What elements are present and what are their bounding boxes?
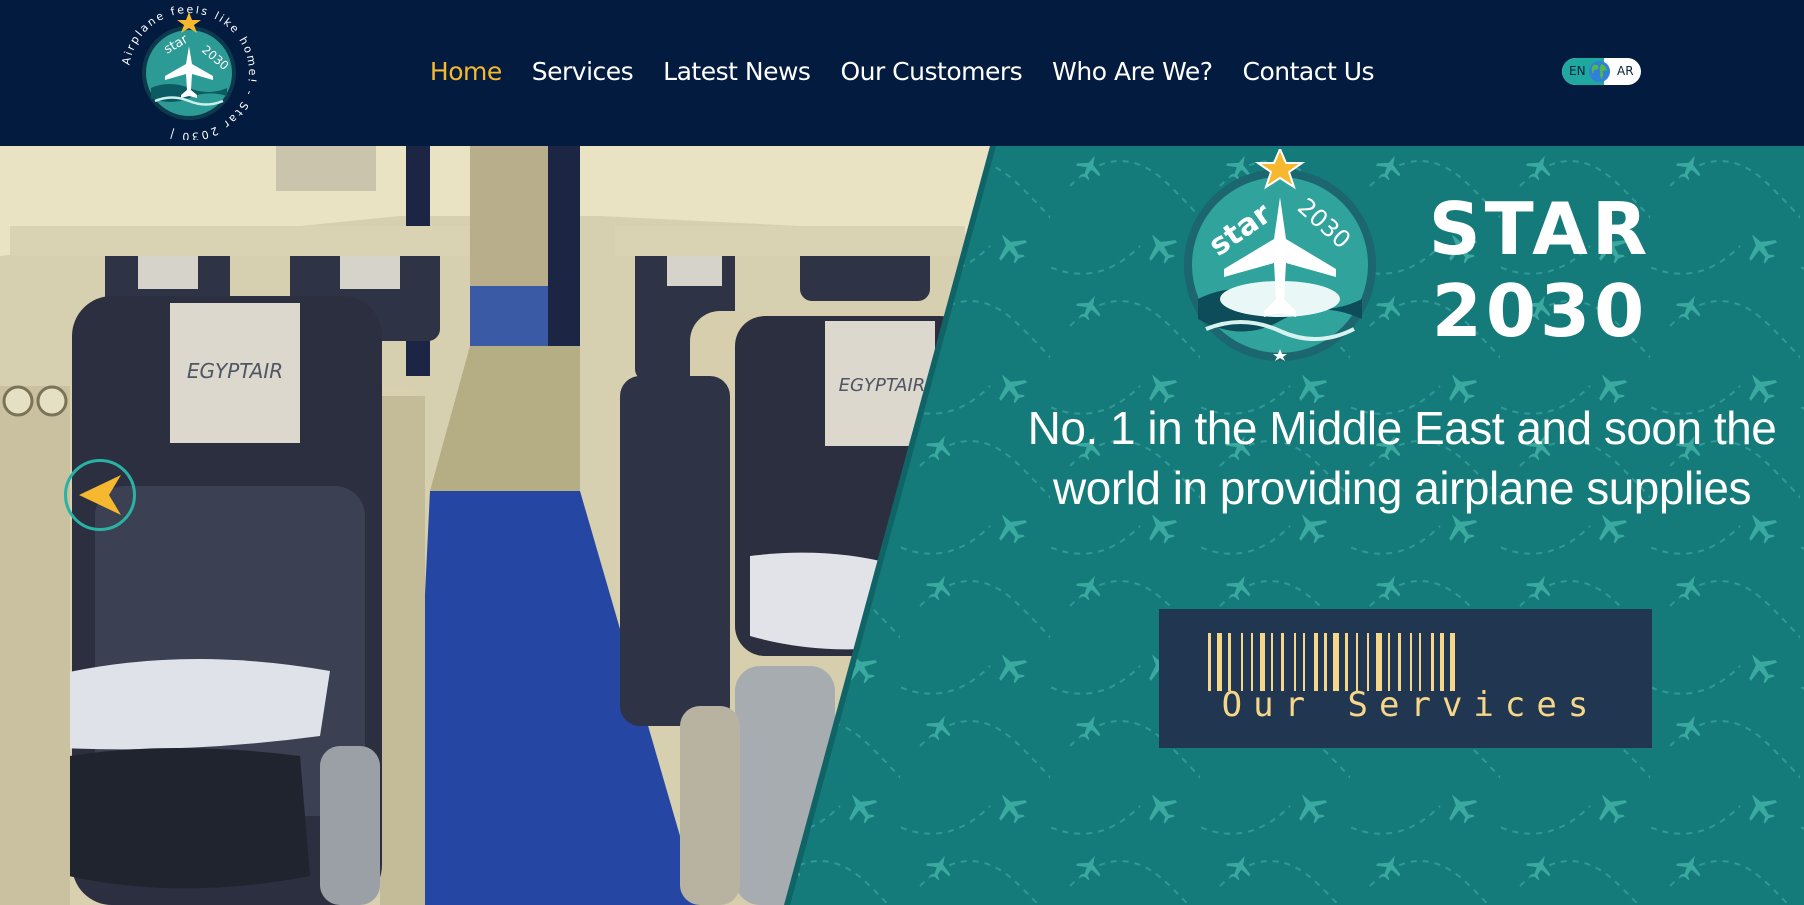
nav-who-are-we[interactable]: Who Are We? (1052, 52, 1213, 92)
our-services-label: Our Services (1221, 685, 1600, 725)
language-toggle[interactable]: EN AR (1562, 58, 1641, 85)
main-nav: Home Services Latest News Our Customers … (0, 52, 1804, 92)
nav-latest-news[interactable]: Latest News (663, 52, 811, 92)
our-services-button[interactable]: Our Services (1159, 609, 1652, 748)
nav-services[interactable]: Services (532, 52, 634, 92)
nav-home[interactable]: Home (430, 52, 502, 92)
nav-our-customers[interactable]: Our Customers (840, 52, 1022, 92)
language-ar-label: AR (1617, 64, 1634, 78)
globe-icon (1588, 60, 1611, 83)
hero-wordmark: STAR 2030 (1395, 187, 1685, 352)
hero-wordmark-line2: 2030 (1431, 269, 1649, 353)
language-en-label: EN (1569, 64, 1586, 78)
hero-section: EGYPTAIR EGYPTAIR star 2030 STAR 2030 No… (0, 146, 1804, 905)
barcode-icon (1208, 633, 1455, 691)
chevron-left-icon (79, 475, 121, 515)
hero-wordmark-line1: STAR (1428, 187, 1652, 271)
nav-contact-us[interactable]: Contact Us (1243, 52, 1375, 92)
hero-tagline: No. 1 in the Middle East and soon the wo… (1027, 402, 1777, 514)
hero-star-2030-logo: star 2030 (1184, 149, 1376, 361)
carousel-prev-button[interactable] (64, 459, 136, 531)
site-header: Airplane feels like home! - Star 2030 | … (0, 0, 1804, 146)
